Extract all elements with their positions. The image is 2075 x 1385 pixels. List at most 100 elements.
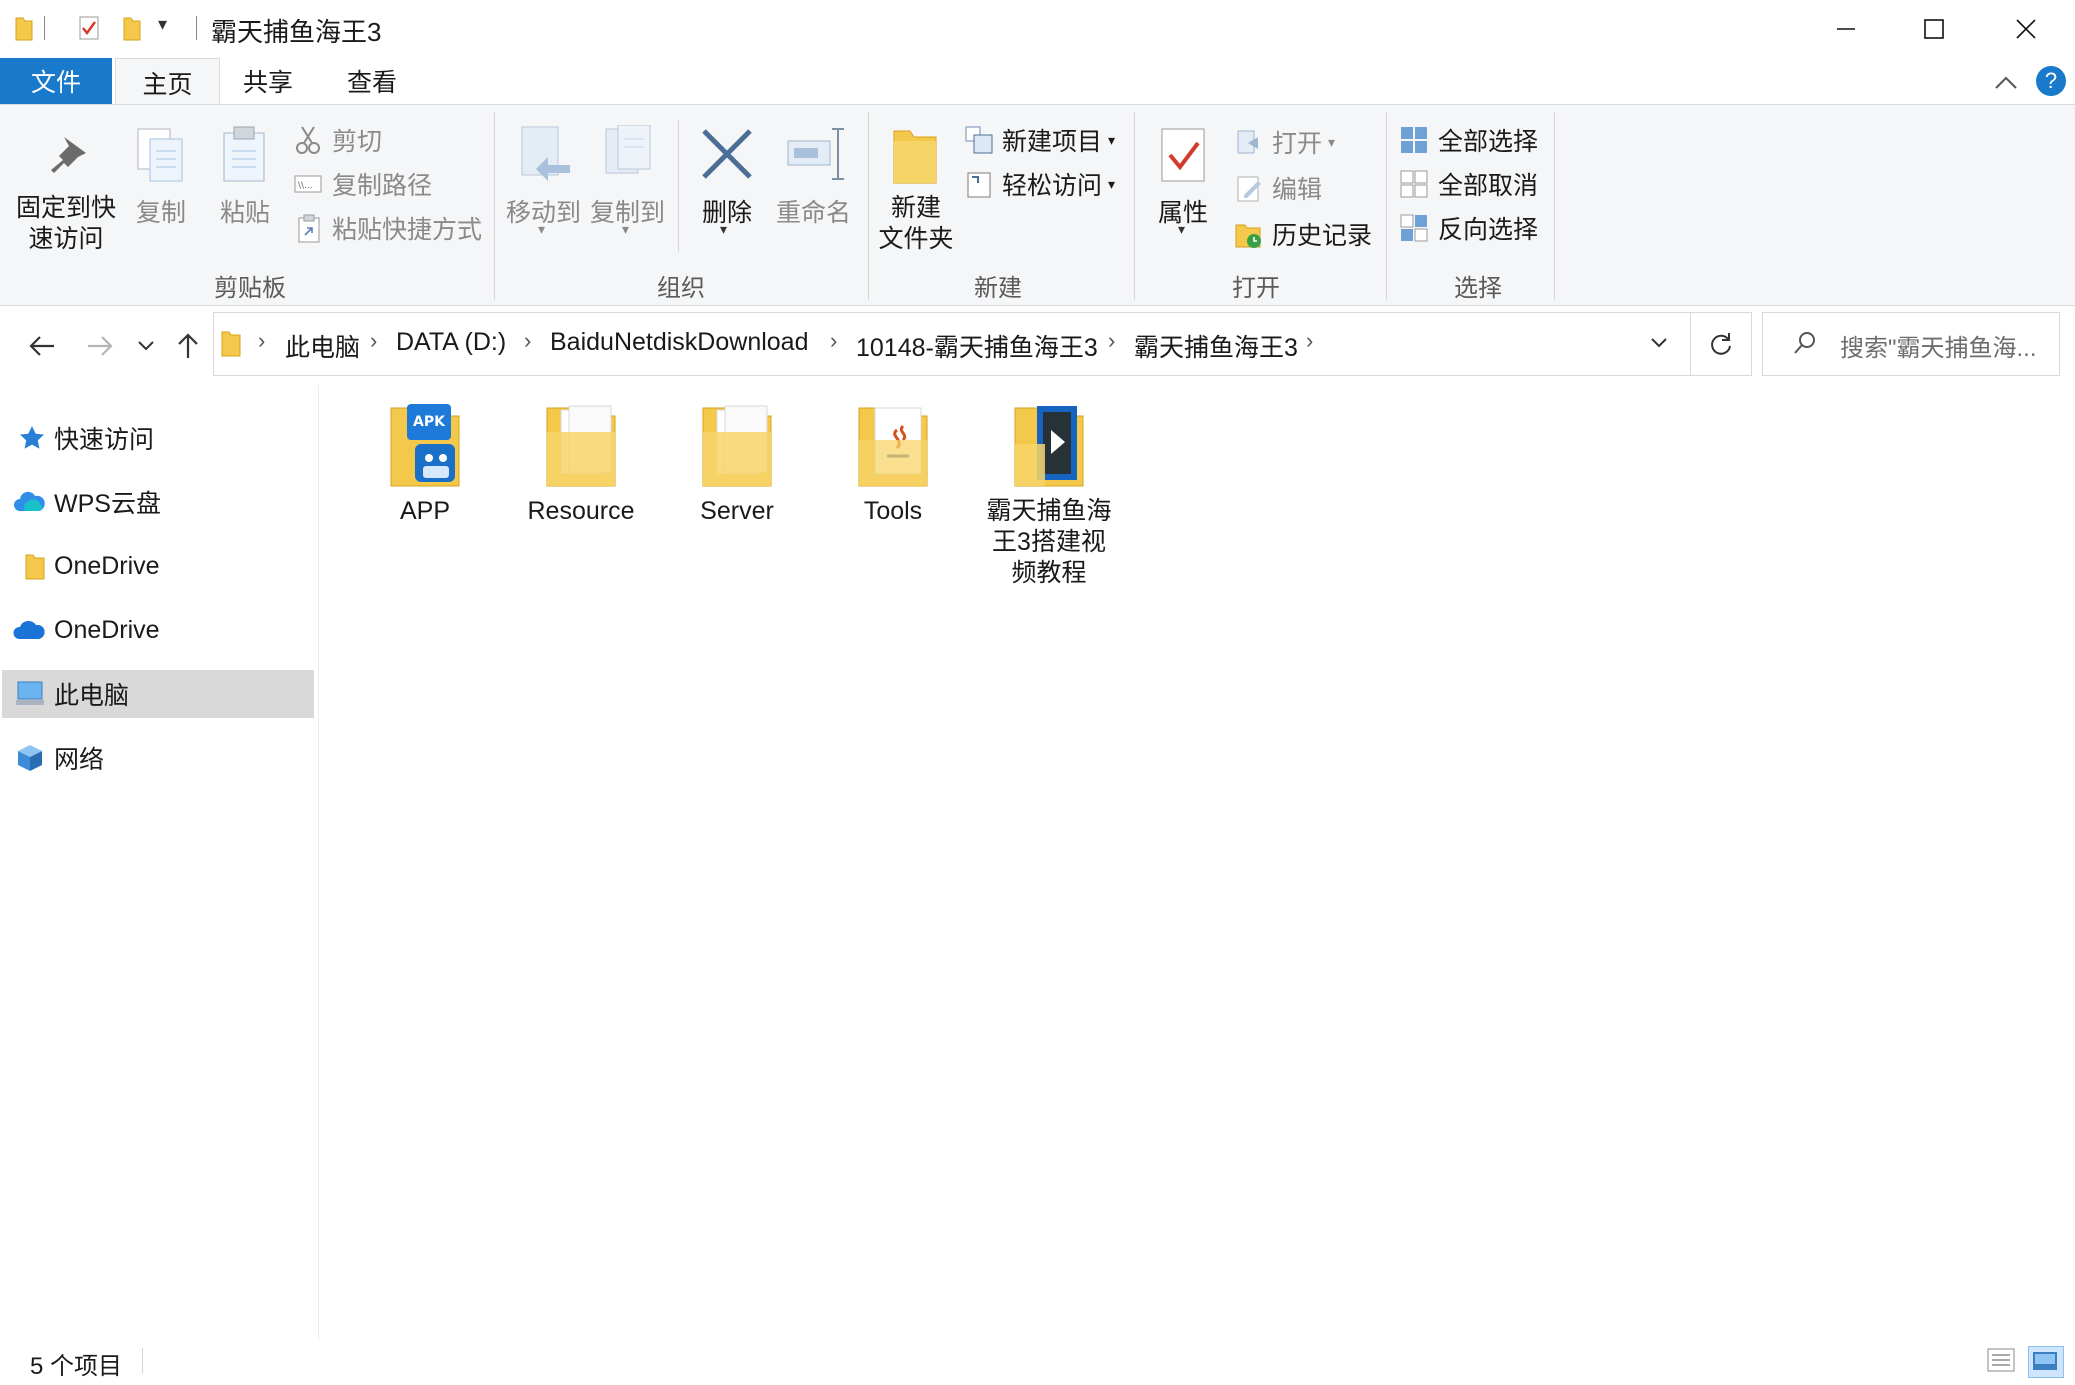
separator — [196, 16, 197, 40]
move-to-button[interactable]: 移动到 ▾ — [504, 125, 584, 237]
paste-button[interactable]: 粘贴 — [212, 125, 278, 235]
nav-item-label: 快速访问 — [54, 426, 155, 454]
breadcrumb-separator-icon: › — [258, 328, 266, 353]
select-all-label: 全部选择 — [1438, 128, 1539, 156]
open-button[interactable]: 打开 ▾ — [1234, 124, 1364, 160]
group-separator — [1386, 112, 1387, 300]
collapse-ribbon-button[interactable] — [1992, 70, 2020, 94]
network-icon — [18, 745, 42, 771]
refresh-button[interactable] — [1690, 312, 1752, 376]
nav-item-network[interactable]: 网络 — [2, 734, 314, 782]
copy-path-icon: \\... — [294, 175, 322, 193]
delete-button[interactable]: 删除 ▾ — [692, 125, 762, 237]
search-placeholder: 搜索"霸天捕鱼海... — [1840, 335, 2037, 362]
group-separator — [868, 112, 869, 300]
copy-button[interactable]: 复制 — [128, 125, 192, 235]
recent-locations-button[interactable] — [128, 322, 164, 370]
pin-to-quick-access-button[interactable]: 固定到快 速访问 — [10, 125, 122, 265]
breadcrumb-separator-icon: › — [1108, 328, 1116, 353]
window-title: 霸天捕鱼海王3 — [211, 17, 382, 47]
copy-path-button[interactable]: \\... 复制路径 — [294, 166, 454, 202]
copy-to-icon — [605, 125, 651, 174]
edit-label: 编辑 — [1272, 176, 1323, 204]
address-history-dropdown[interactable] — [1644, 326, 1674, 360]
tab-home[interactable]: 主页 — [115, 58, 220, 106]
paste-shortcut-icon — [298, 214, 320, 243]
pin-label-line1: 固定到快 — [15, 194, 116, 222]
minimize-button[interactable] — [1800, 0, 1892, 58]
select-none-button[interactable]: 全部取消 — [1400, 166, 1560, 202]
properties-check-icon[interactable] — [78, 14, 100, 42]
new-folder-icon[interactable] — [122, 14, 142, 42]
details-view-button[interactable] — [1986, 1346, 2016, 1376]
nav-item-onedrive-folder[interactable]: OneDrive — [2, 542, 314, 590]
rename-button[interactable]: 重命名 — [772, 125, 862, 235]
file-item-server[interactable]: Server — [662, 400, 812, 527]
file-item-app[interactable]: APK APP — [350, 400, 500, 527]
properties-button[interactable]: 属性 ▾ — [1146, 125, 1222, 237]
tab-share[interactable]: 共享 — [228, 58, 308, 104]
new-item-button[interactable]: 新建项目 ▾ — [964, 122, 1124, 158]
breadcrumb-baidunetdisk[interactable]: BaiduNetdiskDownload — [550, 328, 808, 357]
file-name: Server — [700, 497, 774, 525]
maximize-button[interactable] — [1888, 0, 1980, 58]
breadcrumb-current-folder[interactable]: 霸天捕鱼海王3 — [1134, 328, 1298, 364]
nav-item-label: WPS云盘 — [54, 490, 161, 518]
breadcrumb-10148[interactable]: 10148-霸天捕鱼海王3 — [856, 328, 1098, 364]
edit-button[interactable]: 编辑 — [1234, 170, 1364, 206]
status-item-count: 5 个项目 — [30, 1353, 123, 1380]
select-all-icon — [1401, 127, 1427, 153]
forward-button[interactable] — [80, 322, 120, 370]
cloud-icon — [14, 491, 45, 511]
history-button[interactable]: 历史记录 — [1234, 216, 1384, 252]
select-none-icon — [1400, 170, 1428, 198]
chevron-down-icon — [138, 341, 154, 351]
copy-path-label: 复制路径 — [332, 172, 433, 200]
close-button[interactable] — [1980, 0, 2072, 58]
back-button[interactable] — [22, 322, 62, 370]
breadcrumb-this-pc[interactable]: 此电脑 — [285, 328, 360, 364]
customize-qat-dropdown-icon[interactable]: ▾ — [158, 14, 167, 35]
nav-item-label: 此电脑 — [54, 682, 130, 710]
video-folder-icon — [1014, 406, 1084, 487]
computer-icon — [16, 681, 44, 705]
tab-view[interactable]: 查看 — [332, 58, 412, 104]
file-item-video-tutorial[interactable]: 霸天捕鱼海王3搭建视频教程 — [974, 400, 1124, 589]
properties-icon — [1161, 128, 1205, 182]
tab-file[interactable]: 文件 — [0, 58, 112, 104]
file-item-tools[interactable]: Tools — [818, 400, 968, 527]
breadcrumb-separator-icon: › — [1306, 328, 1314, 353]
refresh-icon — [1711, 333, 1731, 355]
invert-selection-button[interactable]: 反向选择 — [1400, 210, 1560, 246]
nav-item-onedrive-cloud[interactable]: OneDrive — [2, 606, 314, 654]
new-item-icon — [965, 126, 993, 154]
large-icons-view-button[interactable] — [2028, 1346, 2064, 1378]
paste-shortcut-button[interactable]: 粘贴快捷方式 — [294, 210, 494, 246]
separator — [142, 1348, 143, 1374]
search-icon — [1794, 332, 1815, 354]
breadcrumb-separator-icon: › — [830, 328, 838, 353]
folder-icon — [702, 405, 772, 487]
new-item-label: 新建项目 — [1002, 128, 1103, 156]
arrow-right-icon — [88, 336, 113, 356]
easy-access-button[interactable]: 轻松访问 ▾ — [964, 166, 1124, 202]
breadcrumb-data-drive[interactable]: DATA (D:) — [396, 328, 506, 357]
file-item-resource[interactable]: Resource — [506, 400, 656, 527]
java-folder-icon — [858, 407, 928, 487]
help-button[interactable]: ? — [2036, 66, 2066, 96]
nav-item-this-pc[interactable]: 此电脑 — [2, 670, 314, 718]
copy-to-button[interactable]: 复制到 ▾ — [588, 125, 668, 237]
nav-item-wps-cloud[interactable]: WPS云盘 — [2, 478, 314, 526]
apk-folder-icon: APK — [390, 404, 460, 487]
cut-button[interactable]: 剪切 — [294, 122, 444, 158]
new-folder-button[interactable]: 新建 文件夹 — [876, 125, 956, 265]
up-button[interactable] — [168, 322, 208, 370]
clipboard-group-label: 剪贴板 — [214, 275, 286, 302]
title-bar: ▾ 霸天捕鱼海王3 — [0, 0, 2075, 58]
select-all-button[interactable]: 全部选择 — [1400, 122, 1560, 158]
nav-item-quick-access[interactable]: 快速访问 — [2, 414, 314, 462]
nav-item-label: OneDrive — [54, 615, 160, 644]
group-separator — [1134, 112, 1135, 300]
organize-group-label: 组织 — [657, 275, 705, 302]
scissors-icon — [296, 126, 320, 154]
